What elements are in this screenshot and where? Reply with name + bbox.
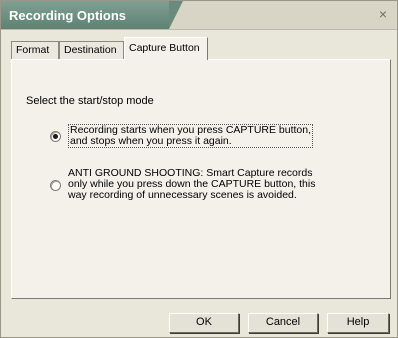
window-title: Recording Options xyxy=(9,8,126,23)
tab-strip: Format Destination Capture Button xyxy=(11,37,391,60)
mode-label: Select the start/stop mode xyxy=(26,95,154,107)
radio-anti-ground-shooting[interactable] xyxy=(50,180,61,191)
tab-destination[interactable]: Destination xyxy=(59,41,124,59)
title-bar[interactable]: Recording Options × xyxy=(1,1,397,30)
dialog-window: Recording Options × Format Destination C… xyxy=(0,0,398,338)
option-anti-ground-shooting-label: ANTI GROUND SHOOTING: Smart Capture reco… xyxy=(68,168,315,201)
cancel-button[interactable]: Cancel xyxy=(248,313,318,333)
radio-toggle-mode[interactable] xyxy=(50,131,61,142)
option-anti-ground-shooting[interactable]: ANTI GROUND SHOOTING: Smart Capture reco… xyxy=(42,168,372,204)
option-agt-line3: way recording of unnecessary scenes is a… xyxy=(68,189,297,201)
close-icon: × xyxy=(378,6,388,22)
option-toggle-mode-line2: and stops when you press it again. xyxy=(70,135,232,147)
tab-capture-button[interactable]: Capture Button xyxy=(124,37,208,60)
tab-format[interactable]: Format xyxy=(11,41,59,59)
option-toggle-mode-label: Recording starts when you press CAPTURE … xyxy=(68,124,314,148)
title-tab: Recording Options xyxy=(1,1,183,29)
help-button[interactable]: Help xyxy=(327,313,389,333)
option-toggle-mode[interactable]: Recording starts when you press CAPTURE … xyxy=(42,124,372,150)
tab-panel-capture-button: Select the start/stop mode Recording sta… xyxy=(11,59,391,299)
ok-button[interactable]: OK xyxy=(169,313,239,333)
close-button[interactable]: × xyxy=(375,6,391,22)
